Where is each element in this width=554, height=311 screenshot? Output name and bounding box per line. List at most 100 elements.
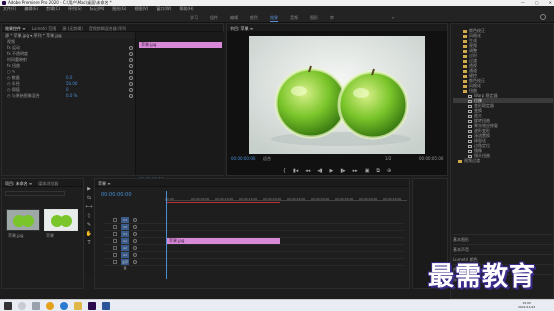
edge-icon[interactable] [60,302,68,310]
tab-source[interactable]: 源:(无剪辑) [62,26,82,31]
lock-icon[interactable] [113,218,117,222]
tab-program[interactable]: 节目: 苹果 ≡ [230,26,253,31]
track-name[interactable]: A2 [121,245,129,251]
work-area-bar[interactable] [167,202,280,203]
timeline-track[interactable]: V1 [103,231,403,238]
eye-icon[interactable] [133,260,137,264]
pen-tool-icon[interactable]: ✎ [87,223,91,228]
lift-button[interactable]: ▣ [365,168,370,174]
right-panel-section[interactable]: 基本声音 [453,244,553,254]
effect-clip-bar[interactable]: 苹果.jpg [139,42,222,48]
lock-icon[interactable] [113,225,117,229]
chrome-icon[interactable] [46,302,54,310]
reset-icon[interactable] [129,94,133,98]
workspace-tab[interactable]: 编辑 [230,15,238,22]
tab-project[interactable]: 项目: 未命名 ≡ [5,181,32,186]
lock-icon[interactable] [113,239,117,243]
reset-icon[interactable] [129,82,133,86]
timeline-clip[interactable]: 苹果.jpg [167,238,280,244]
tab-sequence[interactable]: 苹果 ≡ [98,181,111,186]
timeline-ruler[interactable]: 00:00 00:00:05:00 00:00:10:00 00:00:15:0… [165,191,407,201]
tab-media-browser[interactable]: 媒体浏览器 [38,181,58,186]
start-icon[interactable] [4,302,12,310]
effect-property-label: fx 扭曲 [7,63,21,68]
task-view-icon[interactable] [32,302,40,310]
track-name[interactable]: 主声道 [121,259,129,270]
lock-icon[interactable] [113,232,117,236]
timeline-track[interactable]: 主声道 [103,259,403,270]
step-back-button[interactable]: ◂◂ [305,168,310,174]
timeline-track[interactable]: A2 [103,245,403,252]
search-icon[interactable] [540,14,546,20]
reset-icon[interactable] [129,52,133,56]
eye-icon[interactable] [133,218,137,222]
clock-date: 2021/11/22 [518,305,536,309]
play-button[interactable]: ▶ [330,168,334,174]
eye-icon[interactable] [133,239,137,243]
eye-icon[interactable] [133,253,137,257]
word-icon[interactable] [102,302,110,310]
step-back-frame-button[interactable]: ◂▮ [317,168,322,174]
track-name[interactable]: V3 [121,217,129,223]
workspace-tab[interactable]: 组件 [210,15,218,22]
effect-property-value[interactable]: 0.0 % [66,93,77,99]
transport-controls: { ▮◂ ◂◂ ◂▮ ▶ ▮▸ ▸▸ ▣ ⧉ ⊕ [257,168,417,174]
reset-icon[interactable] [129,70,133,74]
ripple-edit-tool-icon[interactable]: ⟷ [85,205,92,210]
export-frame-button[interactable]: ⧉ [376,168,380,174]
eye-icon[interactable] [133,232,137,236]
reset-icon[interactable] [129,88,133,92]
add-button[interactable]: ⊕ [387,168,391,174]
timeline-timecode[interactable]: 00:00:00:00 [101,192,132,198]
workspace-tab[interactable]: 学习 [190,15,198,22]
right-panel-section[interactable]: 基本图形 [453,234,553,244]
reset-icon[interactable] [129,64,133,68]
search-icon[interactable] [18,302,26,310]
mark-in-button[interactable]: { [283,168,286,174]
program-resolution-dropdown[interactable]: 1/2 [385,156,391,161]
lock-icon[interactable] [113,260,117,264]
program-timecode[interactable]: 00:00:00:00 [231,156,255,161]
track-name[interactable]: V2 [121,224,129,230]
file-explorer-icon[interactable] [74,302,82,310]
hand-tool-icon[interactable]: ✋ [86,232,92,237]
track-name[interactable]: A3 [121,252,129,258]
step-forward-button[interactable]: ▸▸ [353,168,358,174]
eye-icon[interactable] [133,246,137,250]
workspace-more-button[interactable]: » [392,15,394,20]
playhead[interactable] [166,191,167,279]
timeline-track[interactable]: A3 [103,252,403,259]
track-select-tool-icon[interactable]: ⇆ [87,196,91,201]
premiere-taskbar-icon[interactable] [88,302,96,310]
selection-tool-icon[interactable]: ▶ [87,187,91,192]
type-tool-icon[interactable]: T [87,241,90,246]
razor-tool-icon[interactable]: ◊ [88,214,90,219]
tab-lumetri-scopes[interactable]: Lumetri 范围 [32,26,57,31]
timeline-track[interactable]: V3 [103,217,403,224]
lock-icon[interactable] [113,246,117,250]
project-sequence-thumbnail[interactable] [44,209,78,231]
program-fit-dropdown[interactable]: 适合 [263,156,271,162]
workspace-tab[interactable]: 库 [330,15,334,22]
workspace-tab[interactable]: 音频 [290,15,298,22]
reset-icon[interactable] [129,46,133,50]
timeline-track[interactable]: V2 [103,224,403,231]
tab-effect-controls[interactable]: 效果控件 ≡ [5,26,26,31]
effect-folder-item[interactable]: 视频过渡 [453,158,553,163]
project-search-input[interactable] [5,191,65,196]
project-item-thumbnail[interactable] [6,209,40,231]
eye-icon[interactable] [133,225,137,229]
workspace-tab[interactable]: 图形 [310,15,318,22]
workspace-tab-active[interactable]: 效果 [270,15,278,22]
taskbar-clock[interactable]: 15:05 2021/11/22 [518,301,535,309]
effect-item-label: 视频过渡 [464,158,480,163]
step-forward-frame-button[interactable]: ▮▸ [340,168,345,174]
track-name[interactable]: A1 [121,238,129,244]
reset-icon[interactable] [129,58,133,62]
lock-icon[interactable] [113,253,117,257]
tab-audio-mixer[interactable]: 音频剪辑混合器:序列 [89,26,126,31]
go-to-in-button[interactable]: ▮◂ [293,168,298,174]
track-name[interactable]: V1 [121,231,129,237]
workspace-tab[interactable]: 颜色 [250,15,258,22]
reset-icon[interactable] [129,76,133,80]
